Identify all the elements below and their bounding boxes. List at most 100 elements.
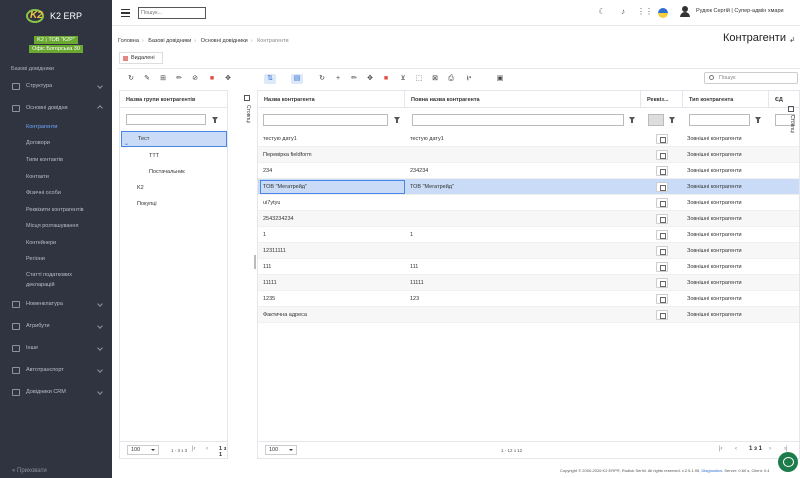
move-record-button[interactable]: ✥: [365, 74, 375, 84]
pin-arrow-icon[interactable]: ↲: [789, 36, 795, 44]
group-row[interactable]: Постачальник: [121, 164, 227, 180]
sidebar-item-structure[interactable]: Структура: [0, 80, 112, 92]
chevron-down-icon[interactable]: ⌄: [124, 140, 129, 147]
requisites-button[interactable]: [656, 294, 668, 304]
sidebar-subitem-contracts[interactable]: Договори: [26, 140, 50, 146]
clear-filter-button[interactable]: ⊻: [398, 74, 408, 84]
next-page-button[interactable]: ›: [769, 446, 771, 452]
apps-grid-icon[interactable]: ⋮⋮: [637, 7, 653, 17]
filter-full-name-input[interactable]: [412, 114, 624, 126]
export-button[interactable]: ⭳▾: [462, 74, 476, 84]
breadcrumb-base-directories[interactable]: Базові довідники: [148, 38, 191, 44]
table-row[interactable]: Перевірка fieldform Зовнішні контрагенти: [258, 147, 799, 163]
diagnostics-link[interactable]: Diagnostics: [701, 468, 722, 473]
sidebar-subitem-tax-articles[interactable]: Статті податкових: [26, 272, 72, 278]
group-row[interactable]: K2: [121, 180, 227, 196]
prev-page-button[interactable]: ‹: [735, 446, 737, 452]
sidebar-subitem-contacts[interactable]: Контакти: [26, 174, 49, 180]
group-row[interactable]: ТТТ: [121, 148, 227, 164]
sidebar-subitem-individuals[interactable]: Фізичні особи: [26, 190, 61, 196]
table-row[interactable]: 2543234234 Зовнішні контрагенти: [258, 211, 799, 227]
filter-icon[interactable]: [212, 117, 218, 123]
global-search-input[interactable]: [138, 7, 206, 19]
bell-icon[interactable]: ♪: [618, 7, 628, 17]
columns-icon[interactable]: [788, 106, 794, 112]
first-page-button[interactable]: |‹: [719, 446, 723, 452]
col-header-type[interactable]: Тип контрагента: [683, 91, 769, 108]
prev-page-button[interactable]: ‹: [206, 446, 208, 452]
page-size-select[interactable]: 100: [127, 445, 159, 455]
filter-icon[interactable]: [669, 117, 675, 123]
col-header-full-name[interactable]: Повна назва контрагента: [405, 91, 641, 108]
sidebar-subitem-locations[interactable]: Місця розташування: [26, 223, 78, 229]
sidebar-subitem-contact-types[interactable]: Типи контактів: [26, 157, 63, 163]
table-row[interactable]: 11111 11111 Зовнішні контрагенти: [258, 275, 799, 291]
user-name[interactable]: Рудюк Сергій | Супер-адмін хмари: [696, 8, 784, 14]
tree-toggle-button[interactable]: ⇅: [264, 74, 276, 84]
requisites-button[interactable]: [656, 182, 668, 192]
add-button[interactable]: +: [333, 74, 343, 84]
page-size-select[interactable]: 100: [265, 445, 297, 455]
sidebar-item-other[interactable]: Інше: [0, 342, 112, 354]
language-flag-icon[interactable]: [658, 8, 668, 18]
sidebar-item-main-directories[interactable]: Основні довідни: [0, 102, 112, 114]
logo[interactable]: K2 K2 ERP: [0, 0, 112, 32]
requisites-button[interactable]: [656, 198, 668, 208]
table-row[interactable]: ТОВ "Мегатрейд" ТОВ "Мегатрейд" Зовнішні к…: [258, 179, 799, 195]
requisites-button[interactable]: [656, 246, 668, 256]
requisites-button[interactable]: [656, 150, 668, 160]
sidebar-subitem-requisites[interactable]: Реквізити контрагентів: [26, 207, 84, 213]
col-header-edrpou[interactable]: ЄД: [769, 91, 799, 108]
table-row[interactable]: ui7ytyu Зовнішні контрагенти: [258, 195, 799, 211]
delete-group-button[interactable]: ■: [207, 74, 217, 84]
filter-icon[interactable]: [629, 117, 635, 123]
columns-tab[interactable]: Стовпці: [243, 105, 251, 145]
block-button[interactable]: ⊘: [190, 74, 200, 84]
sidebar-item-nomenclature[interactable]: Номенклатура: [0, 298, 112, 310]
deselect-button[interactable]: ⊠: [430, 74, 440, 84]
print-button[interactable]: ⎙: [446, 74, 456, 84]
requisites-button[interactable]: [656, 262, 668, 272]
sidebar-item-crm[interactable]: Довідники CRM: [0, 386, 112, 398]
sidebar-subitem-counterparties[interactable]: Контрагенти: [26, 124, 58, 130]
horizontal-scrollbar[interactable]: [262, 458, 430, 459]
tab-deleted[interactable]: Видалені: [119, 52, 163, 64]
edit-button[interactable]: ✏: [349, 74, 359, 84]
columns-icon[interactable]: [244, 95, 250, 101]
sidebar-subitem-tax-articles-cont[interactable]: декларацій: [26, 282, 55, 288]
col-header-name[interactable]: Назва контрагента: [258, 91, 405, 108]
first-page-button[interactable]: |‹: [192, 446, 196, 452]
breadcrumb-home[interactable]: Головна: [118, 38, 139, 44]
table-row[interactable]: Фактична адреса Зовнішні контрагенти: [258, 307, 799, 323]
grid-search-input[interactable]: Пошук: [704, 72, 798, 84]
select-area-button[interactable]: ⬚: [414, 74, 424, 84]
layout-toggle-button[interactable]: ▤: [291, 74, 303, 84]
table-row[interactable]: 1235 123 Зовнішні контрагенти: [258, 291, 799, 307]
filter-icon[interactable]: [394, 117, 400, 123]
menu-icon[interactable]: [121, 9, 130, 17]
groups-header[interactable]: Назва групи контрагентів: [120, 91, 227, 108]
filter-requisites-input[interactable]: [648, 114, 664, 126]
sidebar-item-attributes[interactable]: Атрибути: [0, 320, 112, 332]
requisites-button[interactable]: [656, 214, 668, 224]
magic-wand-button[interactable]: ✎: [142, 74, 152, 84]
edit-group-button[interactable]: ✏: [174, 74, 184, 84]
requisites-button[interactable]: [656, 278, 668, 288]
filter-type-input[interactable]: [689, 114, 750, 126]
refresh-button[interactable]: ↻: [317, 74, 327, 84]
user-icon[interactable]: [680, 6, 690, 18]
tree-settings-button[interactable]: ⊞: [158, 74, 168, 84]
col-header-requisites[interactable]: Реквіз...: [641, 91, 683, 108]
table-row[interactable]: тестую дату1 тестую дату1 Зовнішні контраг…: [258, 131, 799, 147]
document-button[interactable]: ▣: [495, 74, 505, 84]
requisites-button[interactable]: [656, 134, 668, 144]
filter-icon[interactable]: [755, 117, 761, 123]
splitter-handle[interactable]: [254, 255, 256, 269]
columns-tab-right[interactable]: Стовпці: [787, 115, 795, 145]
requisites-button[interactable]: [656, 230, 668, 240]
table-row[interactable]: 234 234234 Зовнішні контрагенти: [258, 163, 799, 179]
moon-icon[interactable]: ☾: [597, 7, 607, 17]
requisites-button[interactable]: [656, 166, 668, 176]
refresh-groups-button[interactable]: ↻: [126, 74, 136, 84]
groups-filter-input[interactable]: [126, 114, 206, 125]
